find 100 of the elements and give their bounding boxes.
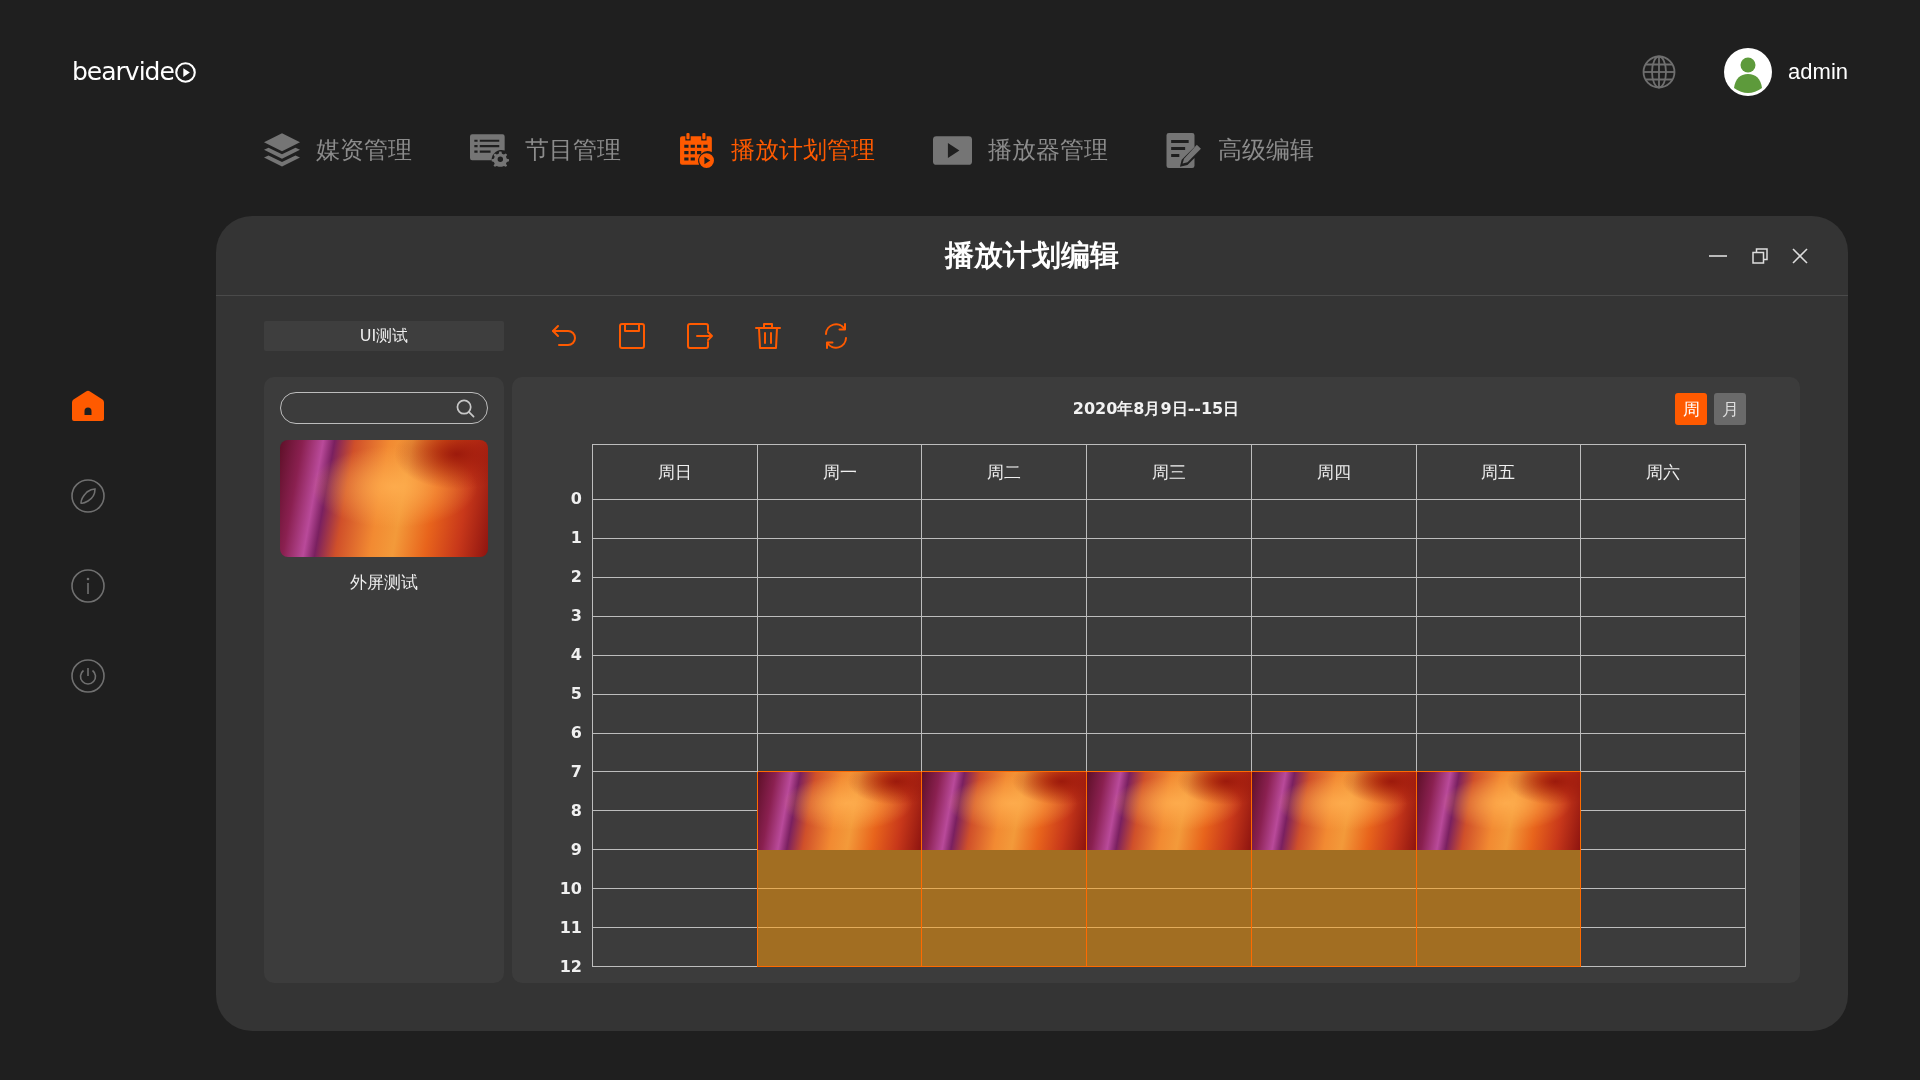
time-slot[interactable]: [1581, 889, 1747, 929]
day-header: 周四: [1251, 445, 1417, 500]
time-slot[interactable]: [922, 538, 1088, 578]
time-slot[interactable]: [757, 655, 923, 695]
hour-label: 9: [570, 840, 582, 861]
time-slot[interactable]: [922, 655, 1088, 695]
home-icon[interactable]: [71, 389, 105, 423]
time-slot[interactable]: [1087, 577, 1252, 617]
search-icon[interactable]: [456, 398, 475, 418]
time-slot[interactable]: [593, 616, 758, 656]
time-slot[interactable]: [757, 577, 923, 617]
day-header: 周六: [1581, 445, 1747, 500]
hour-label: 11: [559, 918, 582, 939]
hour-label: 2: [570, 567, 582, 588]
layers-icon: [264, 132, 300, 168]
time-slot[interactable]: [757, 500, 923, 539]
window-title: 播放计划编辑: [945, 236, 1119, 274]
globe-icon[interactable]: [1642, 55, 1677, 89]
hour-label: 10: [559, 879, 582, 900]
photo-placeholder[interactable]: [280, 440, 488, 557]
time-slot[interactable]: [757, 694, 923, 734]
nav-tab[interactable]: 高级编辑: [1166, 130, 1314, 170]
view-toggle[interactable]: 月: [1714, 393, 1746, 425]
time-slot[interactable]: [922, 616, 1088, 656]
hour-label: 8: [570, 801, 582, 822]
time-slot[interactable]: [1581, 577, 1747, 617]
trash-icon[interactable]: [754, 322, 782, 350]
time-slot[interactable]: [593, 655, 758, 695]
time-slot[interactable]: [1087, 500, 1252, 539]
schedule-photo[interactable]: [1415, 772, 1582, 851]
export-icon[interactable]: [686, 322, 714, 350]
power-icon[interactable]: [71, 659, 105, 693]
close-icon[interactable]: [1792, 247, 1808, 264]
time-slot[interactable]: [593, 577, 758, 617]
hour-label: 1: [570, 528, 582, 549]
time-slot[interactable]: [1087, 694, 1252, 734]
time-slot[interactable]: [593, 733, 758, 773]
document-pencil-icon: [1166, 132, 1202, 168]
hour-label: 7: [570, 762, 582, 783]
time-slot[interactable]: [757, 538, 923, 578]
list-window-gear-icon: [470, 132, 509, 168]
day-header: 周日: [593, 445, 758, 500]
time-slot[interactable]: [1581, 655, 1747, 695]
time-slot[interactable]: [922, 500, 1088, 539]
time-slot[interactable]: [1251, 500, 1417, 539]
time-slot[interactable]: [1581, 811, 1747, 851]
time-slot[interactable]: [1251, 655, 1417, 695]
hour-label: 4: [570, 645, 582, 666]
time-slot[interactable]: [1581, 850, 1747, 890]
time-slot[interactable]: [922, 694, 1088, 734]
time-slot[interactable]: [1251, 694, 1417, 734]
hour-label: 5: [570, 684, 582, 705]
time-slot[interactable]: [1581, 500, 1747, 539]
time-slot[interactable]: [593, 694, 758, 734]
info-icon[interactable]: [71, 569, 105, 603]
time-slot[interactable]: [1251, 577, 1417, 617]
time-slot[interactable]: [1581, 538, 1747, 578]
media-title: 外屏测试: [350, 571, 418, 593]
time-slot[interactable]: [1581, 733, 1747, 773]
schedule-photo[interactable]: [921, 772, 1088, 851]
time-slot[interactable]: [593, 538, 758, 578]
time-slot[interactable]: [1416, 655, 1582, 695]
logo-text: bearvide: [72, 58, 174, 86]
time-slot[interactable]: [1581, 928, 1747, 968]
day-header: 周五: [1416, 445, 1582, 500]
calendar-play-icon: [679, 132, 715, 168]
time-slot[interactable]: [1087, 616, 1252, 656]
refresh-icon[interactable]: [822, 322, 850, 350]
nav-tab[interactable]: 播放计划管理: [679, 130, 875, 170]
time-slot[interactable]: [922, 577, 1088, 617]
view-toggle[interactable]: 周: [1675, 393, 1707, 425]
time-slot[interactable]: [1251, 616, 1417, 656]
time-slot[interactable]: [1416, 500, 1582, 539]
time-slot[interactable]: [1581, 616, 1747, 656]
time-slot[interactable]: [1416, 616, 1582, 656]
time-slot[interactable]: [1087, 538, 1252, 578]
day-header: 周二: [922, 445, 1088, 500]
time-slot[interactable]: [1581, 772, 1747, 812]
schedule-photo[interactable]: [1250, 772, 1417, 851]
day-header: 周三: [1087, 445, 1252, 500]
username[interactable]: admin: [1788, 59, 1848, 85]
time-slot[interactable]: [757, 616, 923, 656]
time-slot[interactable]: [1416, 577, 1582, 617]
time-slot[interactable]: [1416, 538, 1582, 578]
time-slot[interactable]: [1087, 655, 1252, 695]
time-slot[interactable]: [1416, 694, 1582, 734]
time-slot[interactable]: [593, 500, 758, 539]
schedule-photo[interactable]: [756, 772, 923, 851]
compass-icon[interactable]: [71, 479, 105, 513]
nav-tab[interactable]: 节目管理: [470, 130, 621, 170]
nav-tab[interactable]: 播放器管理: [933, 130, 1108, 170]
nav-tab[interactable]: 媒资管理: [264, 130, 412, 170]
schedule-photo[interactable]: [1086, 772, 1252, 851]
time-slot[interactable]: [1251, 538, 1417, 578]
day-header: 周一: [757, 445, 923, 500]
time-slot[interactable]: [1581, 694, 1747, 734]
save-icon[interactable]: [618, 322, 646, 350]
restore-icon[interactable]: [1752, 247, 1768, 264]
hour-label: 3: [570, 606, 582, 627]
avatar[interactable]: [1724, 48, 1773, 96]
